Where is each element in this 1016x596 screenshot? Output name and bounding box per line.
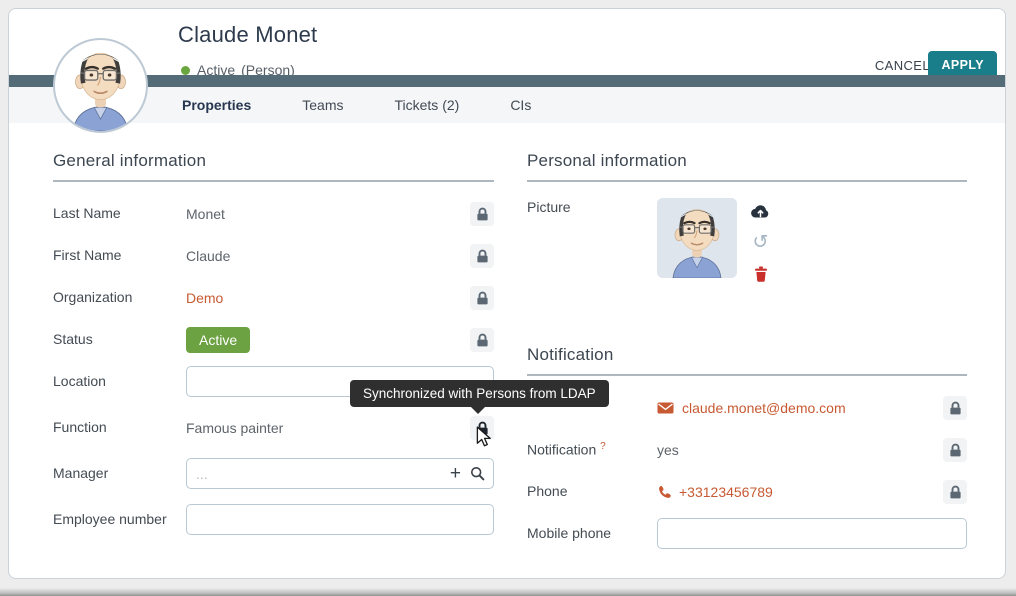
- help-question-icon[interactable]: ?: [600, 441, 606, 452]
- picture-image: [657, 198, 737, 278]
- manager-row: Manager +: [53, 458, 494, 489]
- notification-row: Notification ? yes: [527, 434, 967, 465]
- picture-label: Picture: [527, 198, 657, 216]
- manager-add-button[interactable]: +: [450, 464, 461, 483]
- phone-label: Phone: [527, 482, 657, 500]
- employee-number-input[interactable]: [186, 504, 494, 535]
- cancel-button[interactable]: CANCEL: [875, 58, 930, 73]
- lock-icon: [476, 291, 489, 305]
- general-information-section: General information Last Name Monet Firs…: [53, 151, 494, 546]
- notification-value: yes: [657, 442, 679, 458]
- lock-icon: [476, 207, 489, 221]
- employee-number-row: Employee number: [53, 504, 494, 535]
- phone-link[interactable]: +33123456789: [657, 484, 773, 500]
- avatar: [53, 38, 148, 133]
- notification-label: Notification ?: [527, 440, 657, 459]
- lock-icon: [949, 443, 962, 457]
- envelope-icon: [657, 402, 674, 414]
- status-label: Status: [53, 330, 186, 348]
- tab-properties[interactable]: Properties: [182, 97, 251, 113]
- mouse-cursor-icon: [474, 426, 494, 452]
- lock-icon: [476, 333, 489, 347]
- trash-icon: [754, 266, 768, 282]
- page-title: Claude Monet: [178, 22, 317, 48]
- first-name-row: First Name Claude: [53, 240, 494, 271]
- notification-heading: Notification: [527, 345, 967, 376]
- status-dot-icon: [181, 66, 190, 75]
- picture-actions: ↺: [751, 198, 770, 282]
- organization-link[interactable]: Demo: [186, 290, 223, 306]
- picture-reset-button[interactable]: ↺: [753, 234, 769, 250]
- organization-label: Organization: [53, 288, 186, 306]
- phone-value: +33123456789: [679, 484, 773, 500]
- last-name-row: Last Name Monet: [53, 198, 494, 229]
- status-lock-button[interactable]: [470, 328, 494, 352]
- tab-bar: Properties Teams Tickets (2) CIs: [9, 87, 1005, 123]
- employee-number-label: Employee number: [53, 510, 186, 528]
- first-name-lock-button[interactable]: [470, 244, 494, 268]
- manager-label: Manager: [53, 464, 186, 482]
- notification-section: Notification claude.monet@demo.com: [527, 345, 967, 549]
- window-bottom-shadow: [0, 588, 1016, 596]
- first-name-value: Claude: [186, 248, 230, 264]
- header-divider-bar: [9, 75, 1005, 87]
- general-information-heading: General information: [53, 151, 494, 182]
- notification-lock-button[interactable]: [943, 438, 967, 462]
- phone-icon: [657, 485, 671, 499]
- picture-upload-button[interactable]: [751, 204, 770, 218]
- manager-search-button[interactable]: [470, 466, 485, 481]
- last-name-value: Monet: [186, 206, 225, 222]
- mobile-phone-input[interactable]: [657, 518, 967, 549]
- tab-cis[interactable]: CIs: [510, 97, 531, 113]
- phone-row: Phone +33123456789: [527, 476, 967, 507]
- organization-lock-button[interactable]: [470, 286, 494, 310]
- tab-teams[interactable]: Teams: [302, 97, 343, 113]
- function-label: Function: [53, 418, 186, 436]
- function-value: Famous painter: [186, 420, 283, 436]
- organization-row: Organization Demo: [53, 282, 494, 313]
- search-icon: [470, 466, 485, 481]
- first-name-label: First Name: [53, 246, 186, 264]
- phone-lock-button[interactable]: [943, 480, 967, 504]
- personal-information-section: Personal information Picture ↺: [527, 151, 967, 560]
- mobile-phone-label: Mobile phone: [527, 524, 657, 542]
- email-value: claude.monet@demo.com: [682, 400, 846, 416]
- picture-delete-button[interactable]: [754, 266, 768, 282]
- person-edit-card: Claude Monet Active (Person) CANCEL APPL…: [8, 8, 1006, 579]
- status-badge: Active: [186, 327, 250, 353]
- cloud-upload-icon: [751, 204, 770, 218]
- sync-tooltip: Synchronized with Persons from LDAP: [350, 380, 609, 407]
- email-lock-button[interactable]: [943, 396, 967, 420]
- last-name-lock-button[interactable]: [470, 202, 494, 226]
- lock-icon: [949, 401, 962, 415]
- status-row: Status Active: [53, 324, 494, 355]
- email-link[interactable]: claude.monet@demo.com: [657, 400, 846, 416]
- personal-information-heading: Personal information: [527, 151, 967, 182]
- lock-icon: [949, 485, 962, 499]
- picture-row: Picture ↺: [527, 198, 967, 282]
- function-row: Function Famous painter: [53, 412, 494, 443]
- location-label: Location: [53, 372, 186, 390]
- manager-input[interactable]: [186, 458, 494, 489]
- last-name-label: Last Name: [53, 204, 186, 222]
- undo-icon: ↺: [753, 234, 769, 250]
- mobile-phone-row: Mobile phone: [527, 518, 967, 549]
- lock-icon: [476, 249, 489, 263]
- tab-tickets[interactable]: Tickets (2): [394, 97, 459, 113]
